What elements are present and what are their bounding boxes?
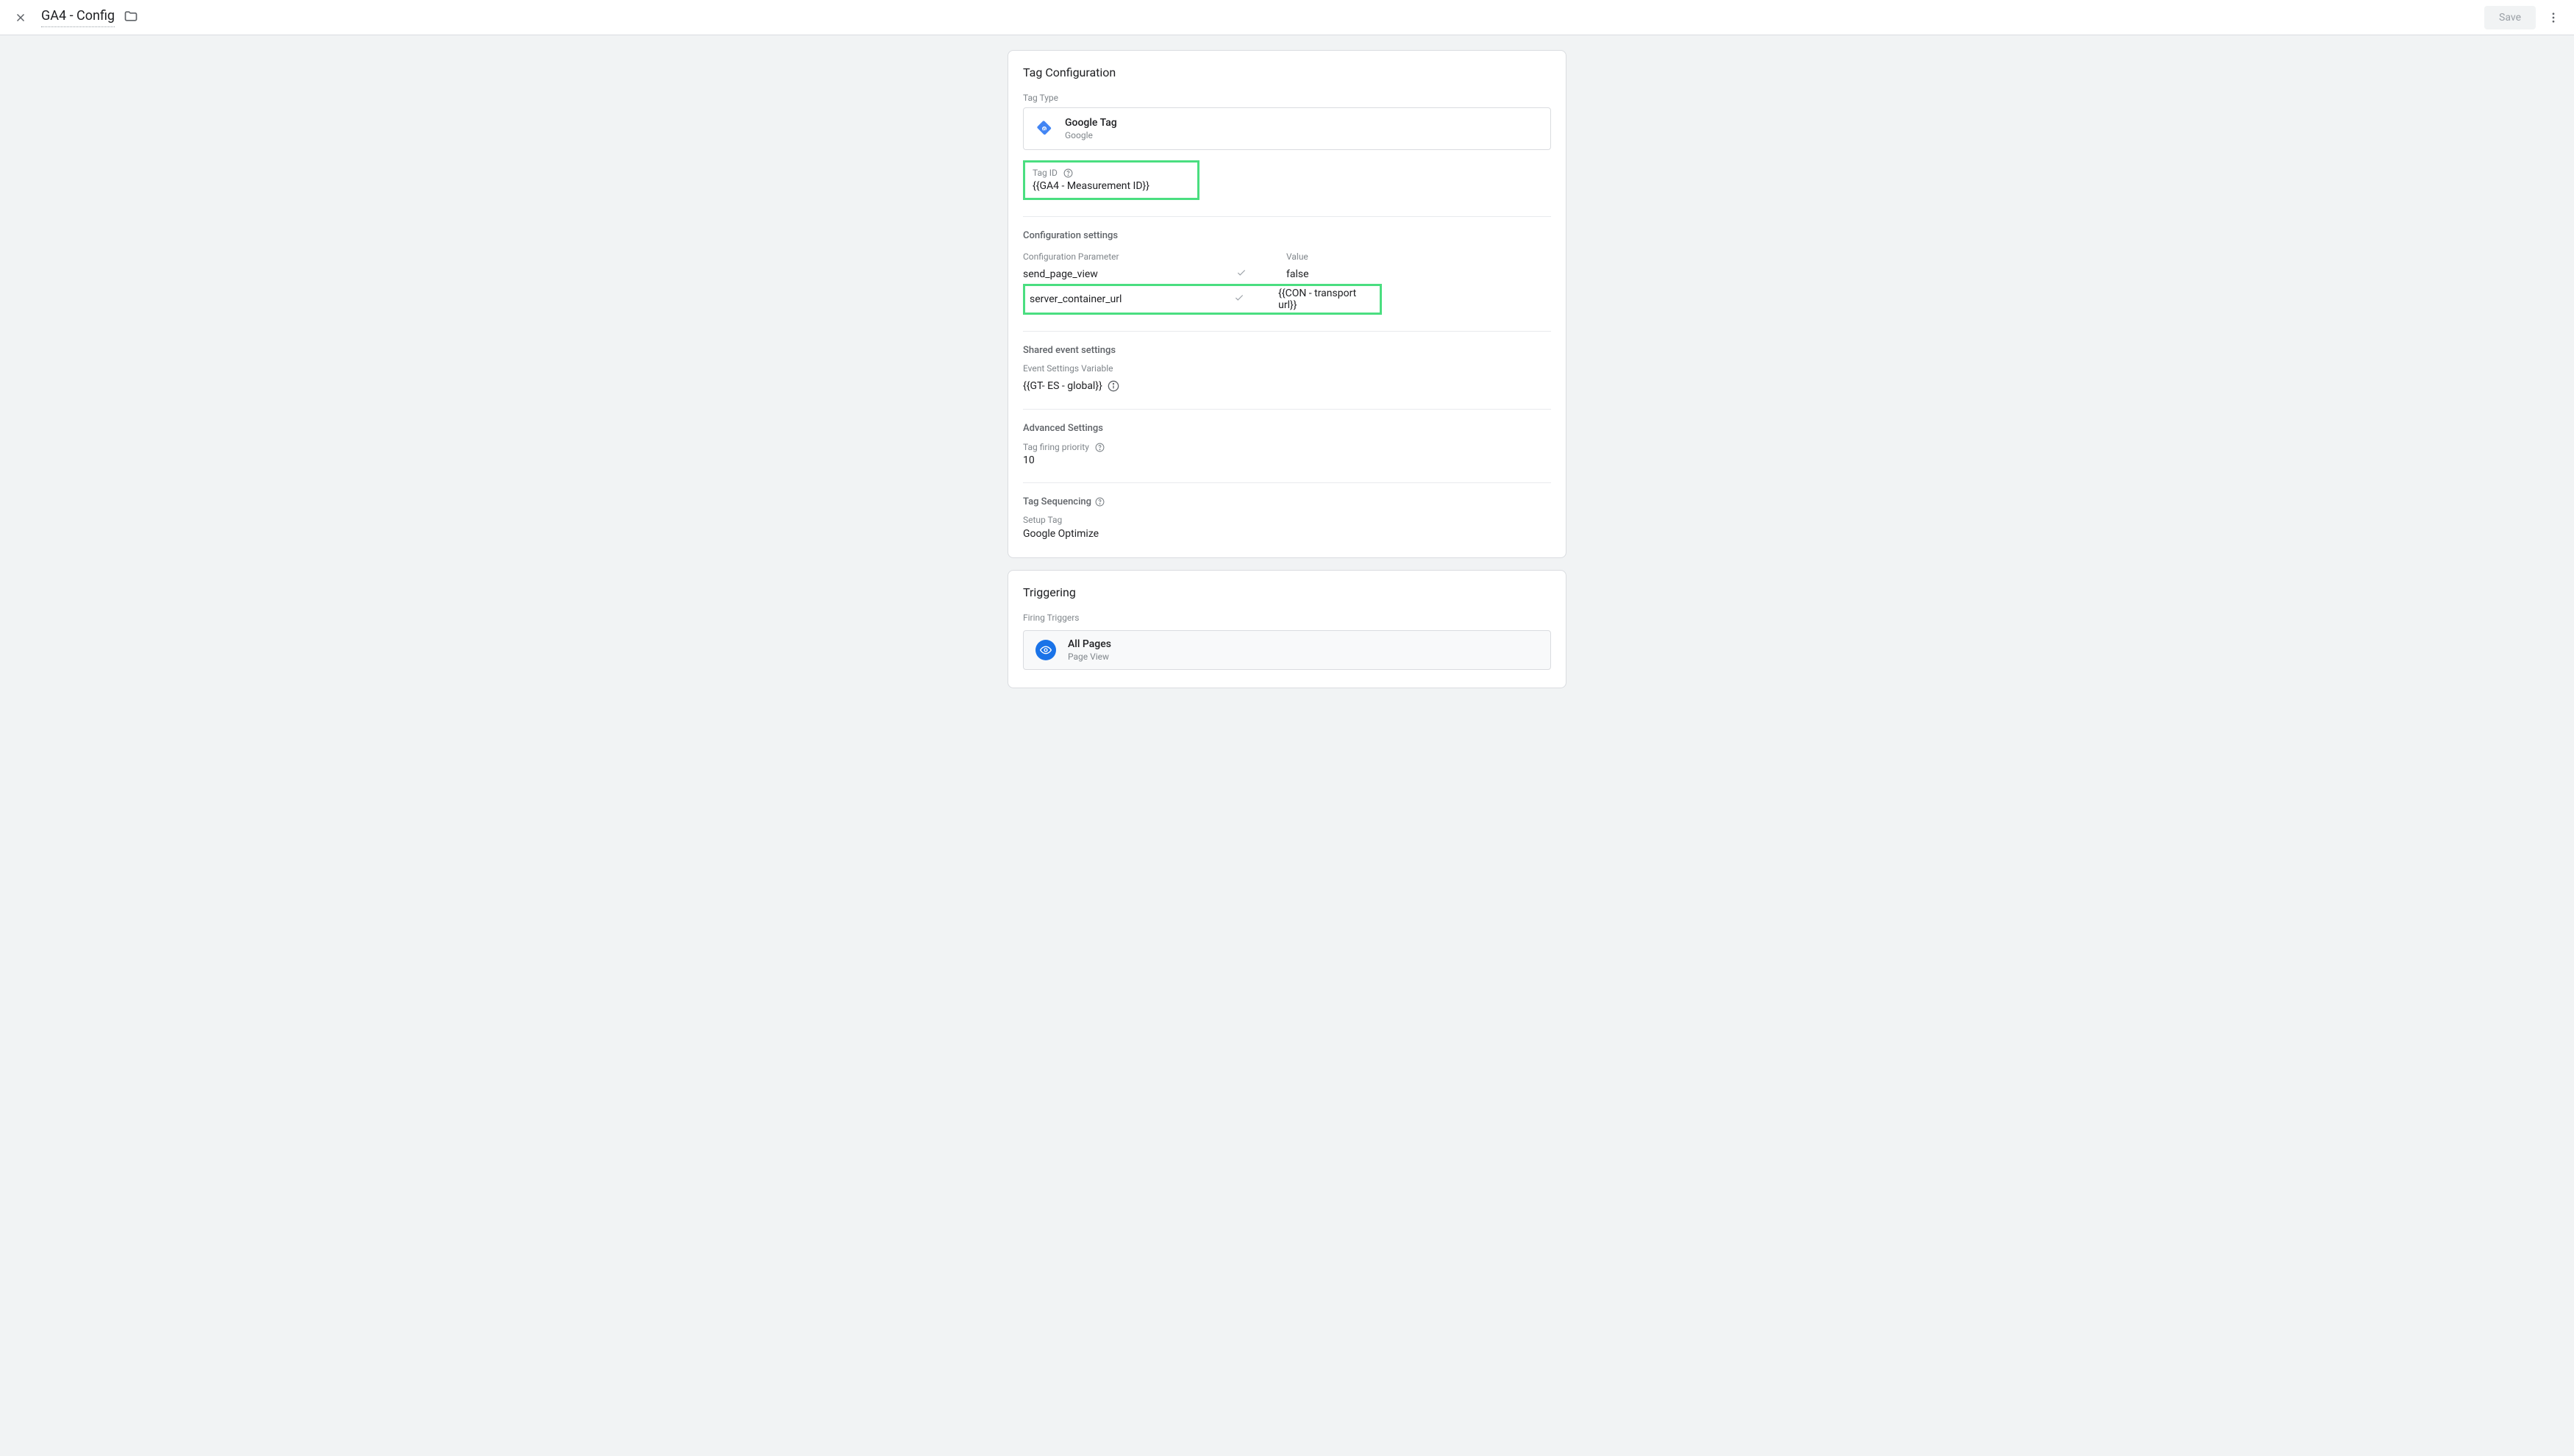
config-param-name: server_container_url xyxy=(1030,293,1234,305)
more-vertical-icon xyxy=(2547,11,2560,24)
tag-type-selector[interactable]: G Google Tag Google xyxy=(1023,107,1551,150)
app-body: Tag Configuration Tag Type G Google Tag … xyxy=(0,35,2574,1456)
triggering-card[interactable]: Triggering Firing Triggers All Pages Pag… xyxy=(1008,570,1566,688)
help-icon[interactable] xyxy=(1063,168,1073,178)
config-row: send_page_view false xyxy=(1023,265,1551,284)
help-icon[interactable] xyxy=(1094,442,1105,452)
event-settings-variable-label: Event Settings Variable xyxy=(1023,363,1551,374)
shared-event-title: Shared event settings xyxy=(1023,345,1551,356)
check-icon xyxy=(1234,293,1279,306)
google-tag-icon: G xyxy=(1035,120,1053,138)
tag-sequencing-title: Tag Sequencing xyxy=(1023,496,1091,507)
close-icon xyxy=(14,11,27,24)
config-param-value: {{CON - transport url}} xyxy=(1278,288,1375,311)
tag-configuration-card[interactable]: Tag Configuration Tag Type G Google Tag … xyxy=(1008,50,1566,558)
tag-id-value: {{GA4 - Measurement ID}} xyxy=(1033,180,1190,192)
folder-icon[interactable] xyxy=(124,9,138,26)
tag-id-highlight: Tag ID {{GA4 - Measurement ID}} xyxy=(1023,160,1199,200)
config-param-value: false xyxy=(1286,268,1551,280)
info-icon[interactable] xyxy=(1107,379,1120,393)
configuration-settings-section: Configuration settings Configuration Par… xyxy=(1023,230,1551,315)
divider xyxy=(1023,331,1551,332)
svg-text:G: G xyxy=(1043,127,1046,132)
card-title: Tag Configuration xyxy=(1023,65,1551,79)
more-menu-button[interactable] xyxy=(2545,9,2562,26)
column-value: Value xyxy=(1286,251,1551,262)
page-view-icon xyxy=(1035,640,1056,660)
trigger-item[interactable]: All Pages Page View xyxy=(1023,630,1551,670)
divider xyxy=(1023,216,1551,217)
tag-id-label: Tag ID xyxy=(1033,168,1058,178)
tag-type-label: Tag Type xyxy=(1023,93,1551,103)
card-title: Triggering xyxy=(1023,585,1551,599)
trigger-type: Page View xyxy=(1068,652,1111,662)
close-button[interactable] xyxy=(12,9,29,26)
column-parameter: Configuration Parameter xyxy=(1023,251,1236,262)
help-icon[interactable] xyxy=(1094,497,1105,507)
tag-type-vendor: Google xyxy=(1065,130,1117,140)
config-settings-title: Configuration settings xyxy=(1023,230,1551,241)
firing-triggers-label: Firing Triggers xyxy=(1023,613,1551,623)
advanced-settings-title: Advanced Settings xyxy=(1023,423,1551,434)
setup-tag-label: Setup Tag xyxy=(1023,515,1551,525)
setup-tag-value: Google Optimize xyxy=(1023,528,1551,540)
divider xyxy=(1023,482,1551,483)
divider xyxy=(1023,409,1551,410)
app-header: GA4 - Config Save xyxy=(0,0,2574,35)
save-button[interactable]: Save xyxy=(2484,6,2536,29)
page-title[interactable]: GA4 - Config xyxy=(41,8,115,27)
advanced-settings-section: Advanced Settings Tag firing priority 10 xyxy=(1023,423,1551,466)
config-settings-header: Configuration Parameter Value xyxy=(1023,249,1551,265)
tag-type-name: Google Tag xyxy=(1065,117,1117,129)
config-row-highlight: server_container_url {{CON - transport u… xyxy=(1023,284,1382,315)
tag-firing-priority-value: 10 xyxy=(1023,454,1551,466)
tag-sequencing-section: Tag Sequencing Setup Tag Google Optimize xyxy=(1023,496,1551,540)
shared-event-settings-section: Shared event settings Event Settings Var… xyxy=(1023,345,1551,393)
check-icon xyxy=(1236,268,1286,281)
config-param-name: send_page_view xyxy=(1023,268,1236,280)
trigger-name: All Pages xyxy=(1068,638,1111,650)
event-settings-variable-value: {{GT- ES - global}} xyxy=(1023,380,1102,392)
tag-firing-priority-label: Tag firing priority xyxy=(1023,442,1089,452)
